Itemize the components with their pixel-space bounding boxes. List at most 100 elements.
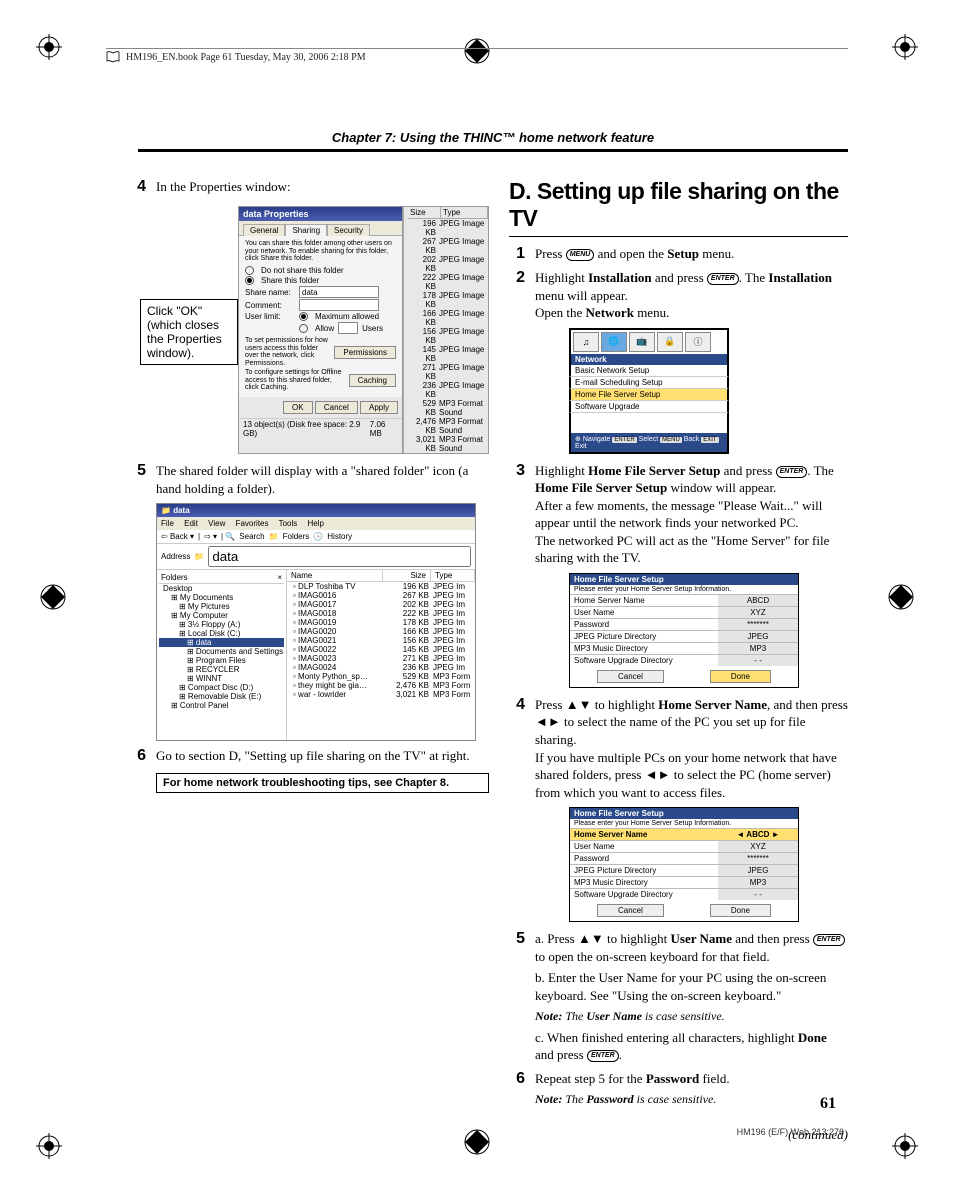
tv-tab-icon: 🌐	[601, 332, 627, 352]
folders-button[interactable]: Folders	[283, 532, 310, 541]
file-row: 267 KBJPEG Image	[408, 237, 488, 255]
menu-button-icon: MENU	[566, 249, 595, 261]
tree-item[interactable]: ⊞ Program Files	[159, 656, 284, 665]
tv-menu-item: Basic Network Setup	[569, 365, 729, 377]
file-row[interactable]: ▫ Monty Python_sp…529 KBMP3 Form	[287, 672, 475, 681]
caching-text: To configure settings for Offline access…	[245, 369, 345, 392]
step-text: In the Properties window:	[156, 178, 489, 196]
file-row[interactable]: ▫ IMAG0024236 KBJPEG Im	[287, 663, 475, 672]
file-row[interactable]: ▫ IMAG0022145 KBJPEG Im	[287, 645, 475, 654]
tree-item[interactable]: ⊞ Local Disk (C:)	[159, 629, 284, 638]
radio-allow[interactable]: Allow	[315, 324, 334, 333]
tree-item[interactable]: ⊞ 3½ Floppy (A:)	[159, 620, 284, 629]
radio-icon[interactable]	[299, 324, 308, 333]
setup-row: Home Server NameABCD	[570, 594, 798, 606]
tv-tab-icon: 🔒	[657, 332, 683, 352]
tv-menu-title: Network	[569, 354, 729, 365]
tv-menu-item: Software Upgrade	[569, 401, 729, 413]
tree-item[interactable]: Desktop	[159, 584, 284, 593]
file-row[interactable]: ▫ IMAG0017202 KBJPEG Im	[287, 600, 475, 609]
search-button[interactable]: Search	[239, 532, 264, 541]
share-name-input[interactable]	[299, 286, 379, 298]
menu-edit[interactable]: Edit	[184, 519, 198, 528]
tree-item[interactable]: ⊞ My Computer	[159, 611, 284, 620]
folder-tree[interactable]: Folders× Desktop⊞ My Documents⊞ My Pictu…	[157, 570, 287, 740]
crop-mark-icon	[892, 1133, 918, 1159]
page-number: 61	[820, 1095, 836, 1113]
file-row: 156 KBJPEG Image	[408, 327, 488, 345]
tree-item[interactable]: ⊞ RECYCLER	[159, 665, 284, 674]
permissions-button[interactable]: Permissions	[334, 346, 396, 359]
menu-tools[interactable]: Tools	[279, 519, 298, 528]
tv-tab-icon: 📺	[629, 332, 655, 352]
cancel-button: Cancel	[597, 670, 664, 683]
back-button[interactable]: ⇦ Back ▾	[161, 532, 194, 541]
step-text: a. Press ▲▼ to highlight User Name and t…	[535, 930, 848, 1063]
step-text: Go to section D, "Setting up file sharin…	[156, 747, 489, 765]
tree-item[interactable]: ⊞ Documents and Settings	[159, 647, 284, 656]
col-size[interactable]: Size	[383, 570, 431, 581]
radio-max[interactable]: Maximum allowed	[315, 312, 379, 321]
tab-security[interactable]: Security	[327, 224, 370, 236]
crop-mark-icon	[36, 34, 62, 60]
setup-row: Software Upgrade Directory- -	[570, 654, 798, 666]
col-type[interactable]: Type	[431, 570, 475, 581]
tree-item[interactable]: ⊞ WINNT	[159, 674, 284, 683]
forward-button[interactable]: ⇨ ▾	[204, 532, 217, 541]
file-row[interactable]: ▫ IMAG0019178 KBJPEG Im	[287, 618, 475, 627]
col-type: Type	[441, 207, 488, 218]
tree-item[interactable]: ⊞ data	[159, 638, 284, 647]
tree-item[interactable]: ⊞ Removable Disk (E:)	[159, 692, 284, 701]
caching-button[interactable]: Caching	[349, 374, 396, 387]
close-icon[interactable]: ×	[277, 573, 282, 582]
tree-item[interactable]: ⊞ My Documents	[159, 593, 284, 602]
tree-item[interactable]: ⊞ Compact Disc (D:)	[159, 683, 284, 692]
section-heading: D. Setting up file sharing on the TV	[509, 178, 848, 237]
setup-title: Home File Server Setup	[570, 574, 798, 585]
setup-row: Home Server Name◄ ABCD ►	[570, 828, 798, 840]
file-row[interactable]: ▫ they might be gia…2,476 KBMP3 Form	[287, 681, 475, 690]
tip-box: For home network troubleshooting tips, s…	[156, 773, 489, 793]
up-down-icon: ▲▼	[566, 697, 592, 712]
apply-button[interactable]: Apply	[360, 401, 398, 414]
file-list[interactable]: Name Size Type ▫ DLP Toshiba TV196 KBJPE…	[287, 570, 475, 740]
address-input[interactable]	[208, 546, 471, 567]
file-row: 145 KBJPEG Image	[408, 345, 488, 363]
comment-input[interactable]	[299, 299, 379, 311]
setup-row: JPEG Picture DirectoryJPEG	[570, 630, 798, 642]
file-row[interactable]: ▫ IMAG0018222 KBJPEG Im	[287, 609, 475, 618]
users-label: Users	[362, 324, 383, 333]
book-header-text: HM196_EN.book Page 61 Tuesday, May 30, 2…	[126, 52, 366, 63]
tree-item[interactable]: ⊞ My Pictures	[159, 602, 284, 611]
tv-menu-item: E-mail Scheduling Setup	[569, 377, 729, 389]
file-row[interactable]: ▫ IMAG0016267 KBJPEG Im	[287, 591, 475, 600]
ok-button[interactable]: OK	[283, 401, 313, 414]
menu-file[interactable]: File	[161, 519, 174, 528]
cancel-button[interactable]: Cancel	[315, 401, 358, 414]
menu-view[interactable]: View	[208, 519, 225, 528]
file-row[interactable]: ▫ IMAG0021156 KBJPEG Im	[287, 636, 475, 645]
menu-favorites[interactable]: Favorites	[236, 519, 269, 528]
file-row[interactable]: ▫ IMAG0023271 KBJPEG Im	[287, 654, 475, 663]
file-row: 2,476 KBMP3 Format Sound	[408, 417, 488, 435]
file-row[interactable]: ▫ war - lowrider3,021 KBMP3 Form	[287, 690, 475, 699]
radio-share[interactable]: Share this folder	[261, 276, 319, 285]
radio-no-share[interactable]: Do not share this folder	[261, 266, 344, 275]
radio-icon[interactable]	[245, 266, 254, 275]
book-header: HM196_EN.book Page 61 Tuesday, May 30, 2…	[106, 48, 848, 63]
tab-sharing[interactable]: Sharing	[285, 224, 327, 236]
file-row[interactable]: ▫ DLP Toshiba TV196 KBJPEG Im	[287, 582, 475, 591]
step-number: 5	[130, 462, 146, 497]
radio-icon[interactable]	[245, 276, 254, 285]
file-row: 222 KBJPEG Image	[408, 273, 488, 291]
file-row[interactable]: ▫ IMAG0020166 KBJPEG Im	[287, 627, 475, 636]
allow-count-input[interactable]	[338, 322, 358, 334]
history-button[interactable]: History	[327, 532, 352, 541]
col-name[interactable]: Name	[287, 570, 383, 581]
tab-general[interactable]: General	[243, 224, 285, 236]
file-row: 202 KBJPEG Image	[408, 255, 488, 273]
step-number: 4	[509, 696, 525, 801]
tree-item[interactable]: ⊞ Control Panel	[159, 701, 284, 710]
radio-icon[interactable]	[299, 312, 308, 321]
menu-help[interactable]: Help	[308, 519, 324, 528]
